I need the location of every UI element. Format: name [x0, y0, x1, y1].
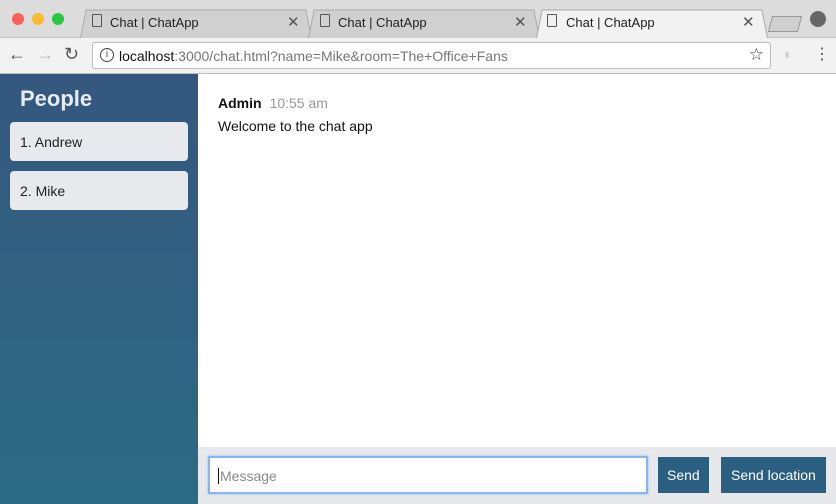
document-icon: [92, 14, 102, 27]
url-text: localhost:3000/chat.html?name=Mike&room=…: [119, 48, 508, 64]
back-icon[interactable]: ←: [8, 44, 26, 65]
people-sidebar: People 1. Andrew 2. Mike: [0, 74, 198, 504]
tab-title: Chat | ChatApp: [338, 15, 427, 30]
tab-title: Chat | ChatApp: [110, 15, 199, 30]
profile-icon[interactable]: [810, 11, 826, 27]
person-item: 2. Mike: [10, 171, 188, 210]
minimize-window-button[interactable]: [32, 13, 44, 25]
messages-pane: Admin 10:55 am Welcome to the chat app: [198, 74, 836, 447]
people-heading: People: [20, 86, 93, 111]
menu-icon[interactable]: ⋮: [814, 44, 830, 64]
tab-title: Chat | ChatApp: [566, 15, 655, 30]
send-button[interactable]: Send: [658, 457, 709, 493]
message-form: Message Send Send location: [198, 447, 836, 504]
message: Admin 10:55 am Welcome to the chat app: [218, 95, 373, 134]
tab-bar: Chat | ChatApp ✕ Chat | ChatApp ✕ Chat |…: [0, 0, 836, 38]
message-text: Welcome to the chat app: [218, 118, 373, 134]
document-icon: [547, 14, 557, 27]
reload-icon[interactable]: ↻: [64, 44, 79, 65]
maximize-window-button[interactable]: [52, 13, 64, 25]
extension-icon[interactable]: ◐: [784, 46, 793, 63]
send-location-button[interactable]: Send location: [721, 457, 826, 493]
address-bar[interactable]: i localhost:3000/chat.html?name=Mike&roo…: [92, 42, 771, 69]
bookmark-star-icon[interactable]: ☆: [749, 45, 764, 65]
new-tab-button[interactable]: [767, 16, 803, 32]
person-item: 1. Andrew: [10, 122, 188, 161]
info-icon[interactable]: i: [100, 48, 114, 62]
toolbar: ← → ↻ i localhost:3000/chat.html?name=Mi…: [0, 38, 836, 74]
message-input[interactable]: Message: [208, 456, 648, 494]
document-icon: [320, 14, 330, 27]
close-tab-icon[interactable]: ✕: [742, 13, 755, 31]
close-tab-icon[interactable]: ✕: [514, 13, 527, 31]
message-placeholder: Message: [218, 468, 277, 484]
message-time: 10:55 am: [269, 95, 328, 111]
close-window-button[interactable]: [12, 13, 24, 25]
message-author: Admin: [218, 95, 262, 111]
forward-icon[interactable]: →: [36, 44, 54, 65]
close-tab-icon[interactable]: ✕: [287, 13, 300, 31]
